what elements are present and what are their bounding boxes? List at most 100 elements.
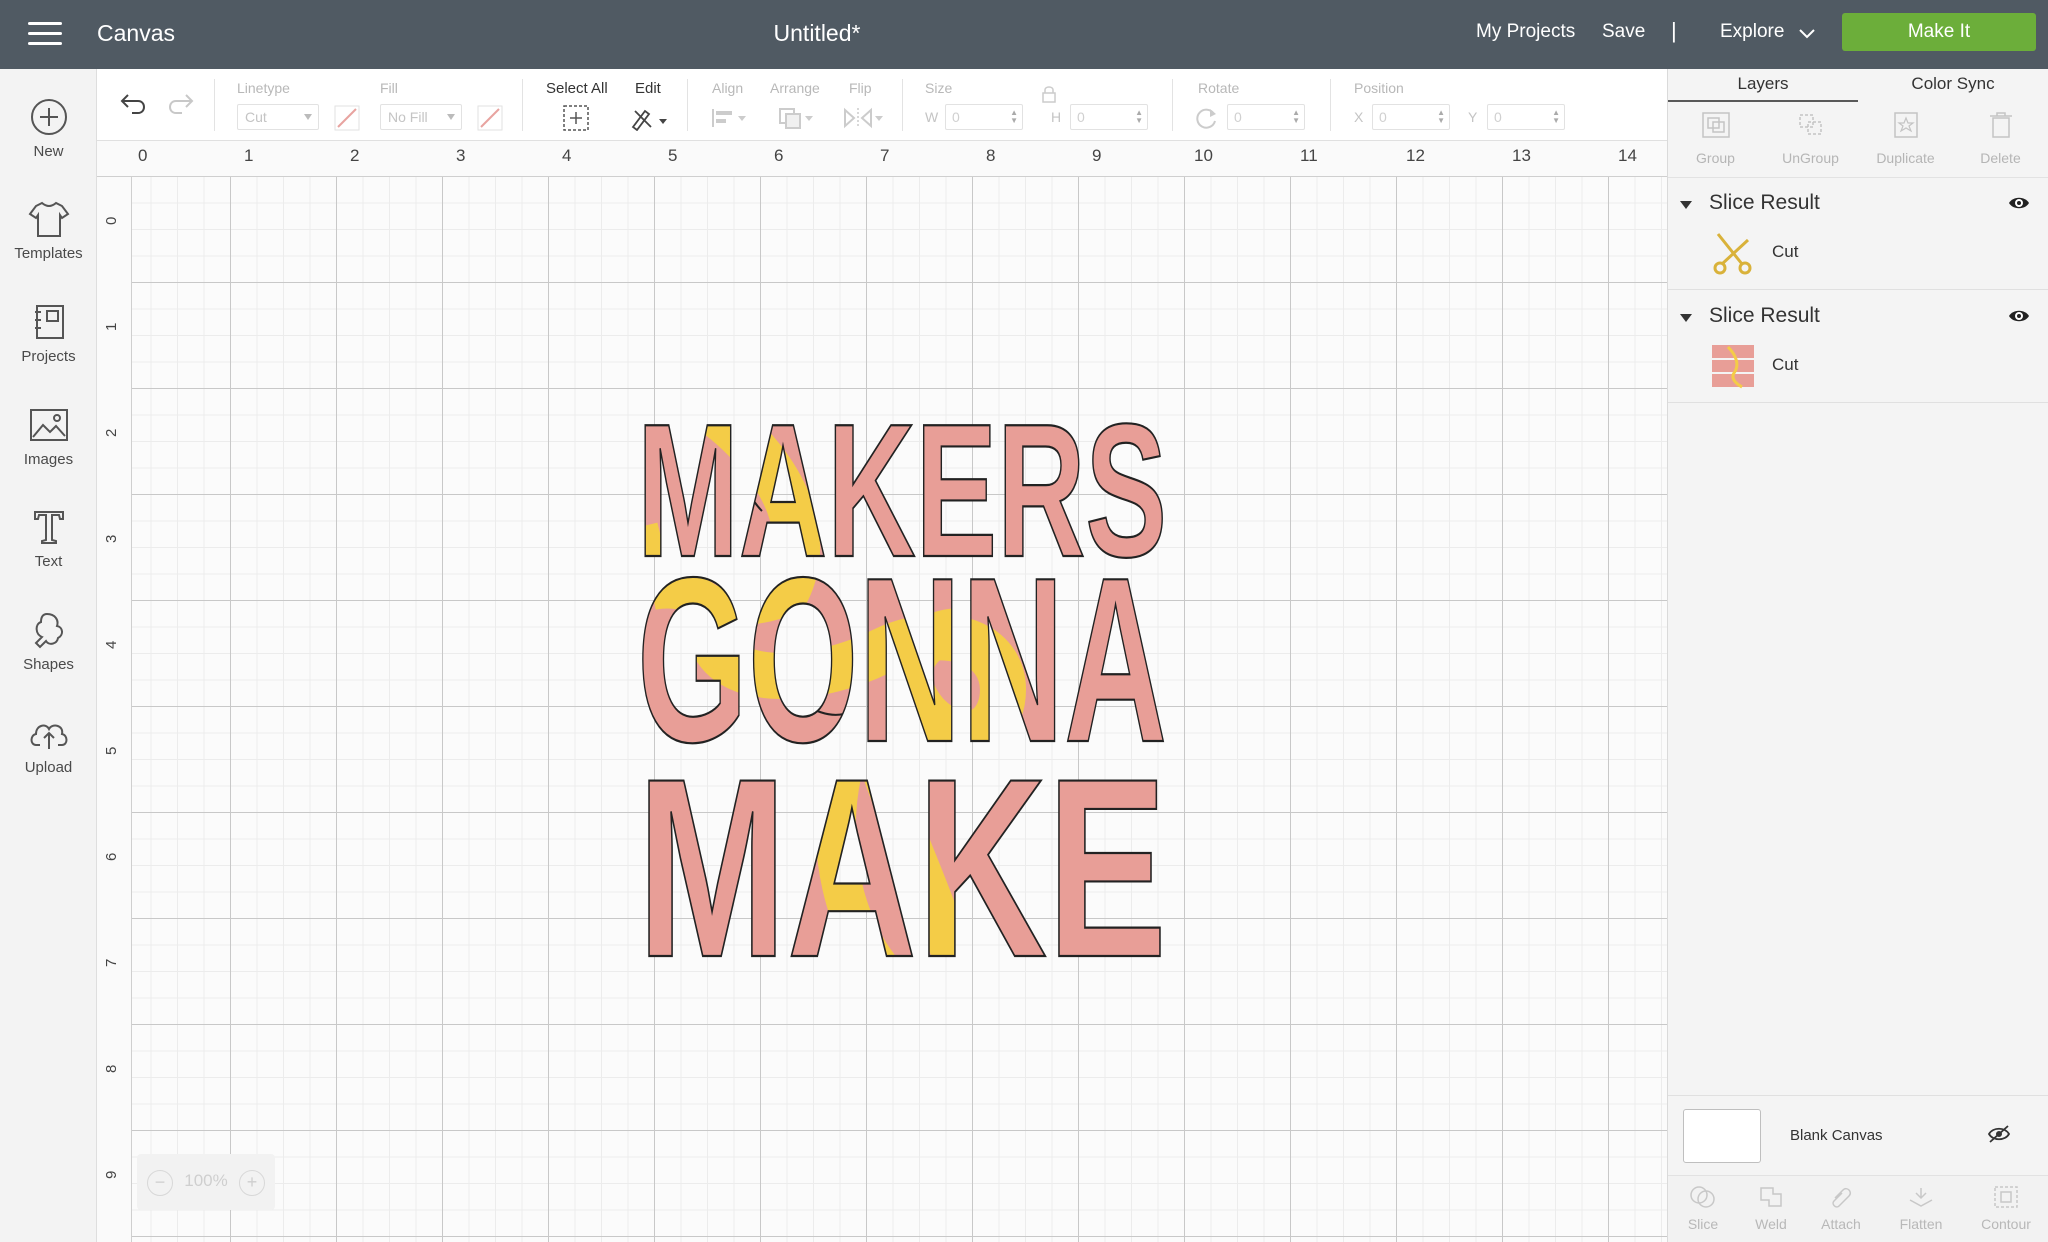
- chevron-down-icon[interactable]: [1798, 24, 1816, 42]
- x-input[interactable]: 0 ▲ ▼: [1372, 104, 1450, 130]
- explore-link[interactable]: Explore: [1720, 21, 1784, 43]
- sidebar-item-templates[interactable]: Templates: [0, 199, 97, 289]
- eye-icon[interactable]: [2008, 195, 2030, 211]
- group-button[interactable]: Group: [1668, 110, 1763, 166]
- left-sidebar: New Templates Projects Images Text Shape…: [0, 69, 97, 1242]
- plus-circle-icon: [30, 99, 67, 135]
- slice-button[interactable]: Slice: [1668, 1184, 1738, 1232]
- svg-text:MAKE: MAKE: [637, 726, 1167, 1011]
- sidebar-item-images[interactable]: Images: [0, 405, 97, 495]
- ruler-y-label: 6: [103, 852, 120, 861]
- position-label: Position: [1354, 80, 1404, 96]
- weld-button[interactable]: Weld: [1736, 1184, 1806, 1232]
- layer-group-title: Slice Result: [1709, 191, 1820, 214]
- arrange-icon: [779, 108, 813, 129]
- lock-icon: [1042, 86, 1056, 103]
- attach-button[interactable]: Attach: [1806, 1184, 1876, 1232]
- layer-group[interactable]: Slice Result Cut: [1668, 178, 2048, 290]
- ungroup-button[interactable]: UnGroup: [1763, 110, 1858, 166]
- eye-hidden-icon[interactable]: [1987, 1124, 2011, 1144]
- image-icon: [29, 409, 68, 441]
- delete-button[interactable]: Delete: [1953, 110, 2048, 166]
- slice-label: Slice: [1687, 1216, 1719, 1232]
- tab-layers[interactable]: Layers: [1668, 69, 1858, 102]
- my-projects-link[interactable]: My Projects: [1476, 21, 1575, 43]
- contour-label: Contour: [1981, 1216, 2031, 1232]
- fill-color-swatch[interactable]: [477, 105, 503, 131]
- rotate-value: 0: [1234, 109, 1242, 125]
- collapse-triangle-icon[interactable]: [1680, 314, 1692, 322]
- sidebar-item-shapes[interactable]: Shapes: [0, 610, 97, 700]
- header-separator: |: [1671, 18, 1677, 43]
- linetype-color-swatch[interactable]: [334, 105, 360, 131]
- zoom-in-button[interactable]: +: [239, 1170, 265, 1196]
- duplicate-icon: [1893, 112, 1918, 138]
- makers-gonna-make-design[interactable]: MAKERS GONNA MAKE MAKERS GONNA MAKE: [582, 391, 1222, 1011]
- spinner-icon: ▲ ▼: [1437, 108, 1445, 125]
- x-value: 0: [1379, 109, 1387, 125]
- layer-group[interactable]: Slice Result Cut: [1668, 291, 2048, 403]
- design-canvas[interactable]: 0 1 2 3 4 5 6 7 8 9 10 11 12 13 14 0123456789 MAKERS G…: [97, 141, 1667, 1242]
- ruler-x-label: 4: [562, 146, 572, 165]
- fill-value: No Fill: [388, 109, 428, 125]
- make-it-button[interactable]: Make It: [1842, 13, 2036, 51]
- ruler-x-label: 1: [244, 146, 254, 165]
- spinner-icon: ▲ ▼: [1292, 108, 1300, 125]
- flatten-button[interactable]: Flatten: [1886, 1184, 1956, 1232]
- edit-tools-icon[interactable]: [629, 105, 669, 131]
- zoom-out-button[interactable]: −: [147, 1170, 173, 1196]
- layer-group-title: Slice Result: [1709, 304, 1820, 327]
- spinner-icon: ▲ ▼: [1010, 108, 1018, 125]
- eye-icon[interactable]: [2008, 308, 2030, 324]
- sidebar-label-shapes: Shapes: [23, 656, 74, 673]
- sidebar-item-new[interactable]: New: [0, 97, 97, 187]
- sidebar-item-projects[interactable]: Projects: [0, 302, 97, 392]
- ruler-y-label: 8: [103, 1064, 120, 1073]
- flip-label: Flip: [849, 80, 872, 96]
- save-link[interactable]: Save: [1602, 21, 1645, 43]
- width-input[interactable]: 0 ▲ ▼: [945, 104, 1023, 130]
- ungroup-label: UnGroup: [1782, 150, 1839, 166]
- rotate-label: Rotate: [1198, 80, 1240, 96]
- weld-icon: [1760, 1187, 1782, 1207]
- shapes-icon: [34, 612, 63, 649]
- ruler-x-label: 8: [986, 146, 996, 165]
- blank-canvas-row[interactable]: Blank Canvas: [1668, 1095, 2048, 1175]
- sidebar-item-upload[interactable]: Upload: [0, 713, 97, 803]
- undo-icon[interactable]: [119, 91, 149, 117]
- collapse-triangle-icon[interactable]: [1680, 201, 1692, 209]
- spinner-icon: ▲ ▼: [1552, 108, 1560, 125]
- spinner-icon: ▲ ▼: [1135, 108, 1143, 125]
- linetype-select[interactable]: Cut: [237, 104, 319, 130]
- x-label: X: [1354, 109, 1364, 125]
- align-label: Align: [712, 80, 744, 96]
- sidebar-item-text[interactable]: Text: [0, 507, 97, 597]
- height-input[interactable]: 0 ▲ ▼: [1070, 104, 1148, 130]
- layer-item[interactable]: Cut: [1668, 223, 2048, 285]
- ruler-x-label: 14: [1618, 146, 1637, 165]
- width-label: W: [925, 109, 939, 125]
- ruler-x-label: 3: [456, 146, 466, 165]
- design-thumbnail: [1712, 345, 1754, 389]
- duplicate-button[interactable]: Duplicate: [1858, 110, 1953, 166]
- redo-icon[interactable]: [165, 91, 195, 117]
- blank-canvas-swatch[interactable]: [1683, 1109, 1761, 1163]
- toolbar-divider: [1172, 79, 1173, 131]
- layer-tools: Group UnGroup Duplicate Delete: [1668, 102, 2048, 178]
- fill-select[interactable]: No Fill: [380, 104, 462, 130]
- ruler-x-label: 11: [1300, 146, 1318, 165]
- layer-item[interactable]: Cut: [1668, 336, 2048, 398]
- select-all-icon[interactable]: [562, 104, 590, 132]
- ruler-y-label: 0: [103, 216, 120, 225]
- y-input[interactable]: 0 ▲ ▼: [1487, 104, 1565, 130]
- sidebar-label-text: Text: [34, 553, 63, 570]
- tab-color-sync[interactable]: Color Sync: [1858, 69, 2048, 102]
- edit-label: Edit: [635, 80, 661, 97]
- contour-button[interactable]: Contour: [1971, 1184, 2041, 1232]
- ungroup-icon: [1798, 114, 1822, 135]
- ruler-x-label: 2: [350, 146, 360, 165]
- document-title: Untitled*: [773, 20, 861, 46]
- top-bar: Canvas Untitled* My Projects Save | Expl…: [0, 0, 2048, 69]
- rotate-input[interactable]: 0 ▲ ▼: [1227, 104, 1305, 130]
- ruler-x-label: 6: [774, 146, 784, 165]
